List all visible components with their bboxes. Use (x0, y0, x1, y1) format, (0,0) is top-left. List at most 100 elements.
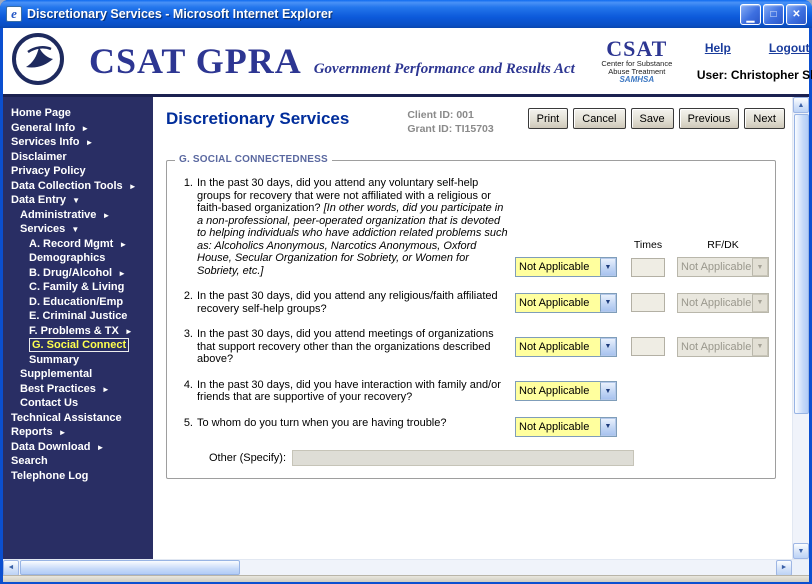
brand-title: CSAT GPRA (89, 40, 302, 82)
horizontal-scrollbar[interactable]: ◄ ► (3, 559, 809, 575)
minimize-button[interactable]: ▁ (740, 4, 761, 25)
social-connectedness-group: G. SOCIAL CONNECTEDNESS Times RF/DK 1. I… (166, 160, 776, 479)
dropdown-arrow-icon: ▼ (752, 258, 768, 276)
expand-arrow-icon: ► (102, 385, 110, 394)
scroll-down-icon: ▼ (798, 548, 805, 555)
client-grant-ids: Client ID: 001 Grant ID: TI15703 (407, 108, 493, 136)
sidebar-item-search[interactable]: Search (3, 454, 153, 469)
horizontal-scroll-thumb[interactable] (20, 560, 240, 575)
expand-arrow-icon: ► (81, 124, 89, 133)
q2-response-select[interactable]: Not Applicable▼ (515, 293, 617, 313)
question-text: In the past 30 days, did you have intera… (197, 379, 511, 404)
maximize-icon: □ (770, 9, 776, 20)
question-row-5: 5. To whom do you turn when you are havi… (175, 417, 767, 437)
dropdown-arrow-icon: ▼ (600, 294, 616, 312)
grant-id-label: Grant ID: TI15703 (407, 122, 493, 136)
sidebar-item-services-info[interactable]: Services Info ► (3, 135, 153, 150)
csat-logo: CSAT Center for Substance Abuse Treatmen… (591, 37, 683, 84)
question-number: 1. (175, 177, 197, 277)
question-text: In the past 30 days, did you attend any … (197, 177, 511, 277)
scroll-right-button[interactable]: ► (776, 560, 792, 576)
scroll-down-button[interactable]: ▼ (793, 543, 809, 559)
sidebar-item-contact-us[interactable]: Contact Us (3, 396, 153, 411)
q1-rfdk-select: Not Applicable▼ (677, 257, 769, 277)
other-specify-input (292, 450, 634, 466)
sidebar-item-data-entry[interactable]: Data Entry ▼ (3, 193, 153, 208)
sidebar-item-education-emp[interactable]: D. Education/Emp (3, 295, 153, 310)
dropdown-arrow-icon: ▼ (752, 294, 768, 312)
save-button[interactable]: Save (631, 108, 674, 129)
help-link[interactable]: Help (705, 41, 731, 55)
question-number: 4. (175, 379, 197, 404)
q4-response-select[interactable]: Not Applicable▼ (515, 381, 617, 401)
sidebar-item-privacy-policy[interactable]: Privacy Policy (3, 164, 153, 179)
user-label: User: Christopher Shumway (697, 68, 812, 82)
q1-response-select[interactable]: Not Applicable▼ (515, 257, 617, 277)
sidebar-item-data-collection-tools[interactable]: Data Collection Tools ► (3, 179, 153, 194)
brand-subtitle: Government Performance and Results Act (314, 61, 575, 78)
question-row-2: 2. In the past 30 days, did you attend a… (175, 290, 767, 315)
sidebar-item-demographics[interactable]: Demographics (3, 251, 153, 266)
window-title: Discretionary Services - Microsoft Inter… (27, 7, 333, 21)
cancel-button[interactable]: Cancel (573, 108, 625, 129)
sidebar-item-supplemental[interactable]: Supplemental (3, 367, 153, 382)
close-icon: ✕ (792, 9, 800, 20)
sidebar-item-general-info[interactable]: General Info ► (3, 121, 153, 136)
question-text: In the past 30 days, did you attend any … (197, 290, 511, 315)
q2-times-input (631, 293, 665, 312)
sidebar-item-home-page[interactable]: Home Page (3, 106, 153, 121)
sidebar-item-administrative[interactable]: Administrative ► (3, 208, 153, 223)
print-button[interactable]: Print (528, 108, 569, 129)
client-id-label: Client ID: 001 (407, 108, 493, 122)
question-number: 2. (175, 290, 197, 315)
question-row-3: 3. In the past 30 days, did you attend m… (175, 328, 767, 366)
scroll-left-icon: ◄ (8, 564, 15, 571)
q5-response-select[interactable]: Not Applicable▼ (515, 417, 617, 437)
collapse-arrow-icon: ▼ (71, 225, 79, 234)
sidebar-nav: Home Page General Info ► Services Info ►… (3, 97, 153, 559)
scroll-left-button[interactable]: ◄ (3, 560, 19, 576)
sidebar-item-technical-assistance[interactable]: Technical Assistance (3, 411, 153, 426)
minimize-icon: ▁ (747, 12, 755, 23)
q3-response-select[interactable]: Not Applicable▼ (515, 337, 617, 357)
sidebar-item-reports[interactable]: Reports ► (3, 425, 153, 440)
expand-arrow-icon: ► (119, 240, 127, 249)
question-text: In the past 30 days, did you attend meet… (197, 328, 511, 366)
browser-window: e Discretionary Services - Microsoft Int… (0, 0, 812, 584)
maximize-button[interactable]: □ (763, 4, 784, 25)
vertical-scroll-thumb[interactable] (794, 114, 809, 414)
brand: CSAT GPRA Government Performance and Res… (89, 40, 575, 82)
scroll-up-button[interactable]: ▲ (793, 97, 809, 113)
sidebar-item-family-living[interactable]: C. Family & Living (3, 280, 153, 295)
times-column-header: Times (615, 239, 681, 251)
other-specify-label: Other (Specify): (209, 452, 286, 464)
sidebar-item-drug-alcohol[interactable]: B. Drug/Alcohol ► (3, 266, 153, 281)
sidebar-item-record-mgmt[interactable]: A. Record Mgmt ► (3, 237, 153, 252)
sidebar-item-data-download[interactable]: Data Download ► (3, 440, 153, 455)
sidebar-item-problems-tx[interactable]: F. Problems & TX ► (3, 324, 153, 339)
rfdk-column-header: RF/DK (677, 239, 769, 251)
dropdown-arrow-icon: ▼ (600, 258, 616, 276)
sidebar-item-telephone-log[interactable]: Telephone Log (3, 469, 153, 484)
logout-link[interactable]: Logout (769, 41, 810, 55)
dropdown-arrow-icon: ▼ (600, 418, 616, 436)
expand-arrow-icon: ► (118, 269, 126, 278)
sidebar-item-social-connect[interactable]: G. Social Connect (3, 338, 153, 353)
dropdown-arrow-icon: ▼ (600, 338, 616, 356)
previous-button[interactable]: Previous (679, 108, 740, 129)
sidebar-item-criminal-justice[interactable]: E. Criminal Justice (3, 309, 153, 324)
vertical-scrollbar[interactable]: ▲ ▼ (792, 97, 809, 559)
sidebar-item-disclaimer[interactable]: Disclaimer (3, 150, 153, 165)
close-button[interactable]: ✕ (786, 4, 807, 25)
expand-arrow-icon: ► (125, 327, 133, 336)
scroll-right-icon: ► (781, 564, 788, 571)
sidebar-item-services[interactable]: Services ▼ (3, 222, 153, 237)
sidebar-item-best-practices[interactable]: Best Practices ► (3, 382, 153, 397)
next-button[interactable]: Next (744, 108, 785, 129)
q2-rfdk-select: Not Applicable▼ (677, 293, 769, 313)
app-header: CSAT GPRA Government Performance and Res… (3, 28, 809, 97)
scrollbar-corner (792, 560, 809, 576)
sidebar-item-summary[interactable]: Summary (3, 353, 153, 368)
dropdown-arrow-icon: ▼ (600, 382, 616, 400)
page-title: Discretionary Services (166, 109, 349, 129)
